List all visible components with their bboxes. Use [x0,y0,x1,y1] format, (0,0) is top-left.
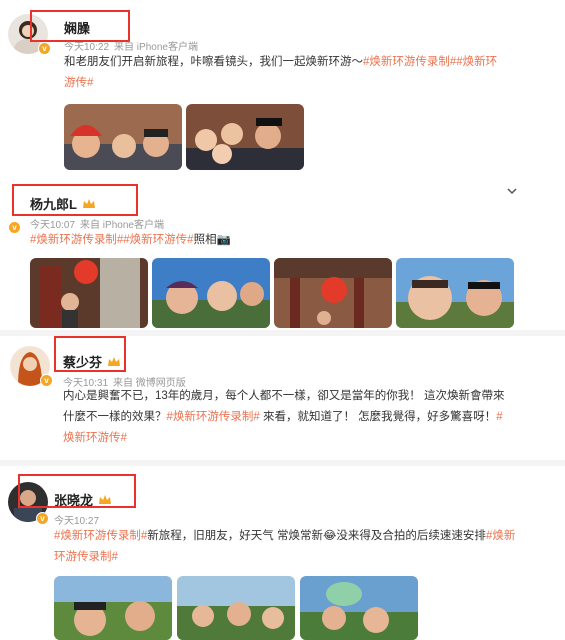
post-4: v 张晓龙 今天10:27 #焕新环游传录制#新旅程，旧朋友，好天气 常焕常新😂… [0,466,565,640]
text-line: 焕新环游传# [63,428,558,449]
highlight-box [18,474,136,508]
post-photo[interactable] [54,576,172,640]
post-photo[interactable] [274,258,392,328]
text-line: 内心是興奮不已，13年的歲月，每个人都不一樣，卻又是當年的你我！ 這次煥新會帶來 [63,390,505,402]
hashtag[interactable]: 焕新环游传# [63,432,127,444]
post-photo[interactable] [186,104,304,170]
post-photo[interactable] [64,104,182,170]
hashtag[interactable]: 环游传录制# [54,551,118,563]
highlight-box [12,184,138,216]
text-line: 和老朋友们开启新旅程，咔嚓看镜头，我们一起焕新环游～#焕新环游传录制##焕新环 [64,56,498,68]
vip-badge-icon: v [8,221,21,234]
vip-badge-icon: v [36,512,49,525]
hashtag[interactable]: #焕新环游传录制# [167,411,260,423]
text-line: 什麼不一樣的效果？#焕新环游传录制# 來看，就知道了！ 怎麼我覺得，好多驚喜呀！… [63,411,503,423]
vip-badge-icon: v [40,374,53,387]
text-line: #焕新环游传录制#新旅程，旧朋友，好天气 常焕常新😂没来得及合拍的后续速速安排#… [54,530,516,542]
vip-badge-icon: v [38,42,51,55]
post-meta: 今天10:27 [54,512,104,527]
post-photo[interactable] [177,576,295,640]
post-photo[interactable] [300,576,418,640]
post-text: 和老朋友们开启新旅程，咔嚓看镜头，我们一起焕新环游～#焕新环游传录制##焕新环 … [64,52,544,94]
hashtag[interactable]: #焕新环游传录制##焕新环游传# [30,234,194,246]
post-photo[interactable] [396,258,514,328]
post-2: 杨九郎L v 今天10:07 来自 iPhone客户端 #焕新环游传录制##焕新环… [0,178,565,328]
hashtag[interactable]: #焕新环游传录制# [54,530,147,542]
post-text: #焕新环游传录制##焕新环游传#照相📷 [30,230,530,251]
post-3: v 蔡少芬 今天10:31 来自 微博网页版 内心是興奮不已，13年的歲月，每个人… [0,336,565,460]
post-photo[interactable] [152,258,270,328]
highlight-box [54,336,126,372]
post-text: 内心是興奮不已，13年的歲月，每个人都不一樣，卻又是當年的你我！ 這次煥新會帶來… [63,386,558,449]
post-photo[interactable] [30,258,148,328]
hashtag[interactable]: # [496,411,502,423]
text-line: #焕新环游传录制##焕新环游传#照相📷 [30,234,231,246]
hashtag[interactable]: 游传# [64,77,93,89]
hashtag[interactable]: #焕新 [486,530,515,542]
post-meta: 今天10:22 来自 iPhone客户端 [64,38,203,53]
chevron-down-icon[interactable] [507,186,517,196]
post-meta: 今天10:07 来自 iPhone客户端 [30,216,169,231]
text-line: 环游传录制# [54,547,559,568]
text-line: 游传# [64,73,544,94]
hashtag[interactable]: #焕新环游传录制##焕新环 [363,56,497,68]
post-text: #焕新环游传录制#新旅程，旧朋友，好天气 常焕常新😂没来得及合拍的后续速速安排#… [54,526,559,568]
post-1: v 娴臊 今天10:22 来自 iPhone客户端 和老朋友们开启新旅程，咔嚓看镜… [0,0,565,178]
